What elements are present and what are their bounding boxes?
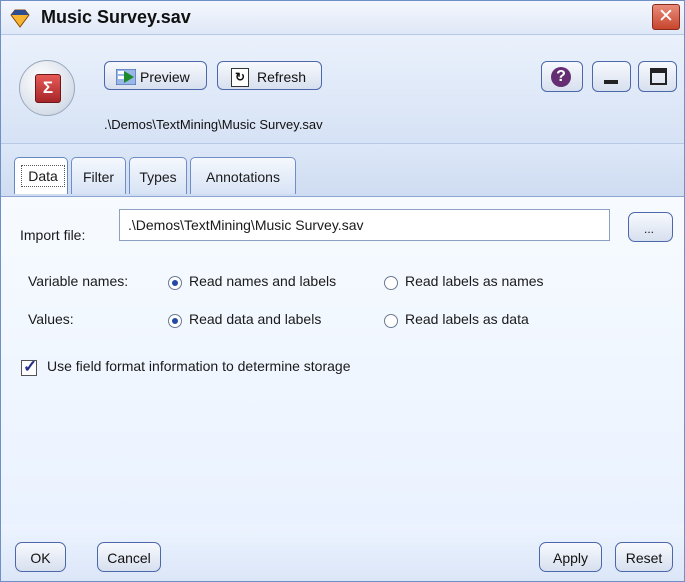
help-button[interactable]: ? <box>541 61 583 92</box>
values-label: Values: <box>28 311 74 327</box>
import-file-label: Import file: <box>20 227 86 243</box>
toolbar: Σ Preview ↻ Refresh .\Demos\TextMining\M… <box>1 35 684 144</box>
cancel-label: Cancel <box>107 550 151 566</box>
radio-read-labels-as-data-label: Read labels as data <box>405 311 529 327</box>
preview-button[interactable]: Preview <box>104 61 207 90</box>
close-button[interactable]: ✕ <box>652 4 680 30</box>
radio-read-names-and-labels-label: Read names and labels <box>189 273 337 289</box>
window-title: Music Survey.sav <box>41 7 191 27</box>
apply-label: Apply <box>552 550 589 566</box>
tab-filter-label: Filter <box>82 169 115 185</box>
tab-strip: Data Filter Types Annotations <box>1 144 684 196</box>
tab-filter[interactable]: Filter <box>71 157 126 194</box>
source-node-icon: Σ <box>19 60 75 116</box>
tab-annotations[interactable]: Annotations <box>190 157 296 194</box>
radio-read-labels-as-data[interactable] <box>384 314 398 328</box>
tab-data-label: Data <box>21 165 65 187</box>
minimize-button[interactable] <box>592 61 631 92</box>
preview-label: Preview <box>140 69 190 85</box>
import-file-value: .\Demos\TextMining\Music Survey.sav <box>128 217 364 233</box>
tab-types-label: Types <box>139 169 177 185</box>
variable-names-label: Variable names: <box>28 273 129 289</box>
tab-types[interactable]: Types <box>129 157 187 194</box>
sigma-icon: Σ <box>35 74 61 103</box>
cancel-button[interactable]: Cancel <box>97 542 161 572</box>
radio-read-labels-as-names-label: Read labels as names <box>405 273 544 289</box>
file-path: .\Demos\TextMining\Music Survey.sav <box>104 117 323 132</box>
help-icon: ? <box>551 67 571 87</box>
radio-read-data-and-labels[interactable] <box>168 314 182 328</box>
use-field-format-checkbox[interactable] <box>21 357 37 377</box>
apply-button[interactable]: Apply <box>539 542 602 572</box>
radio-read-names-and-labels[interactable] <box>168 276 182 290</box>
diamond-icon <box>10 9 30 28</box>
radio-read-labels-as-names[interactable] <box>384 276 398 290</box>
refresh-label: Refresh <box>257 69 307 85</box>
title-bar: Music Survey.sav ✕ <box>1 1 684 35</box>
preview-icon <box>116 69 136 85</box>
dialog-footer: OK Cancel Apply Reset <box>1 524 684 581</box>
reset-button[interactable]: Reset <box>615 542 673 572</box>
data-tab-panel: Import file: .\Demos\TextMining\Music Su… <box>1 196 684 525</box>
reset-label: Reset <box>625 550 663 566</box>
browse-label: ... <box>644 222 655 236</box>
ok-button[interactable]: OK <box>15 542 66 572</box>
refresh-icon: ↻ <box>231 68 249 87</box>
ok-label: OK <box>30 550 51 566</box>
dialog-window: Music Survey.sav ✕ Σ Preview ↻ Refresh .… <box>0 0 685 582</box>
import-file-field[interactable]: .\Demos\TextMining\Music Survey.sav <box>119 209 610 241</box>
radio-read-data-and-labels-label: Read data and labels <box>189 311 322 327</box>
refresh-button[interactable]: ↻ Refresh <box>217 61 322 90</box>
tab-annotations-label: Annotations <box>206 169 280 185</box>
maximize-button[interactable] <box>638 61 677 92</box>
minimize-icon <box>604 80 618 84</box>
tab-data[interactable]: Data <box>14 157 68 194</box>
use-field-format-label: Use field format information to determin… <box>47 358 351 374</box>
maximize-icon <box>650 68 667 85</box>
browse-button[interactable]: ... <box>628 212 673 242</box>
